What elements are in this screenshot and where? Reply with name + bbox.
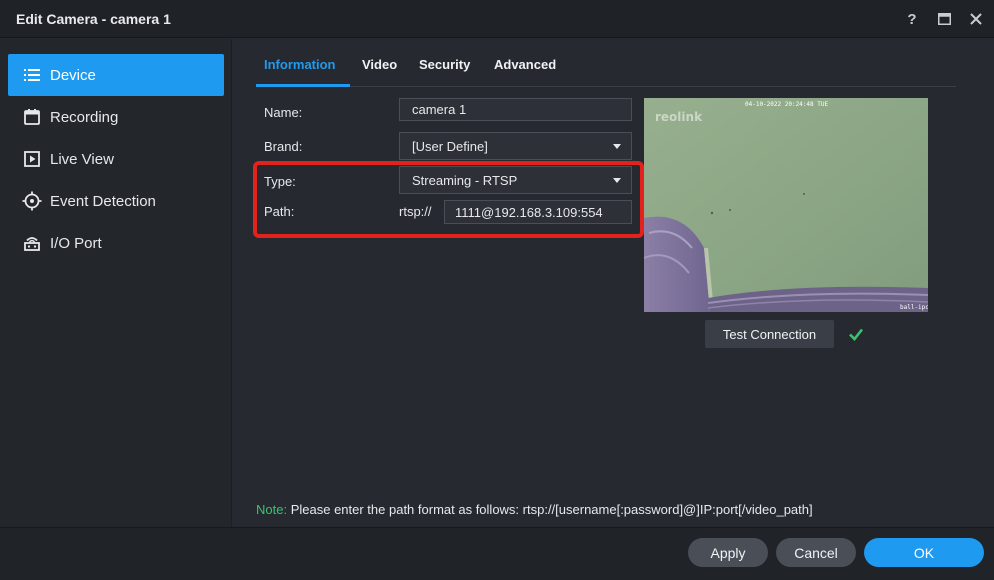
- close-icon: [970, 13, 982, 25]
- checkmark-icon: [849, 328, 864, 341]
- sidebar-item-recording[interactable]: Recording: [8, 96, 224, 138]
- highlight-box: [253, 161, 644, 238]
- tab-security[interactable]: Security: [419, 57, 470, 72]
- help-button[interactable]: ?: [901, 8, 923, 30]
- cancel-button[interactable]: Cancel: [776, 538, 856, 567]
- note-text: Please enter the path format as follows:…: [290, 502, 813, 517]
- list-icon: [22, 65, 42, 85]
- tab-video[interactable]: Video: [362, 57, 397, 72]
- crosshair-icon: [22, 191, 42, 211]
- ok-button[interactable]: OK: [864, 538, 984, 567]
- sidebar-item-device[interactable]: Device: [8, 54, 224, 96]
- tab-information[interactable]: Information: [264, 57, 336, 72]
- sidebar-item-label: Event Detection: [50, 192, 156, 210]
- sidebar-item-io-port[interactable]: I/O Port: [8, 222, 224, 264]
- preview-camera-name: ball-ipc: [900, 304, 928, 311]
- path-format-note: Note: Please enter the path format as fo…: [256, 502, 813, 517]
- title-bar: Edit Camera - camera 1 ?: [0, 0, 994, 38]
- window-title: Edit Camera - camera 1: [16, 11, 171, 27]
- sidebar-item-live-view[interactable]: Live View: [8, 138, 224, 180]
- sidebar-item-label: Recording: [50, 108, 119, 126]
- chevron-down-icon: [613, 144, 621, 149]
- name-label: Name:: [264, 105, 303, 120]
- sidebar-item-label: I/O Port: [50, 234, 102, 252]
- name-field[interactable]: camera 1: [399, 98, 632, 121]
- io-port-icon: [22, 233, 42, 253]
- maximize-icon: [937, 13, 951, 25]
- brand-select[interactable]: [User Define]: [399, 132, 632, 160]
- brand-label: Brand:: [264, 139, 303, 154]
- sidebar-item-label: Live View: [50, 150, 114, 168]
- close-button[interactable]: [965, 8, 987, 30]
- apply-button[interactable]: Apply: [688, 538, 768, 567]
- camera-preview: reolink 04-10-2022 20:24:48 TUE ball-ipc: [644, 98, 928, 312]
- tab-bar: Information Video Security Advanced: [256, 39, 956, 87]
- preview-watermark: reolink: [655, 110, 703, 124]
- brand-select-value: [User Define]: [412, 138, 488, 154]
- maximize-button[interactable]: [933, 8, 955, 30]
- note-label: Note:: [256, 502, 288, 517]
- sidebar: Device Recording Live View Event Detecti…: [0, 39, 232, 527]
- play-icon: [22, 149, 42, 169]
- help-icon: ?: [907, 10, 917, 28]
- sidebar-item-label: Device: [50, 66, 96, 84]
- active-tab-indicator: [256, 84, 350, 87]
- calendar-icon: [22, 107, 42, 127]
- sidebar-item-event-detection[interactable]: Event Detection: [8, 180, 224, 222]
- preview-timestamp: 04-10-2022 20:24:48 TUE: [745, 101, 828, 108]
- test-connection-button[interactable]: Test Connection: [705, 320, 834, 348]
- tab-advanced[interactable]: Advanced: [494, 57, 556, 72]
